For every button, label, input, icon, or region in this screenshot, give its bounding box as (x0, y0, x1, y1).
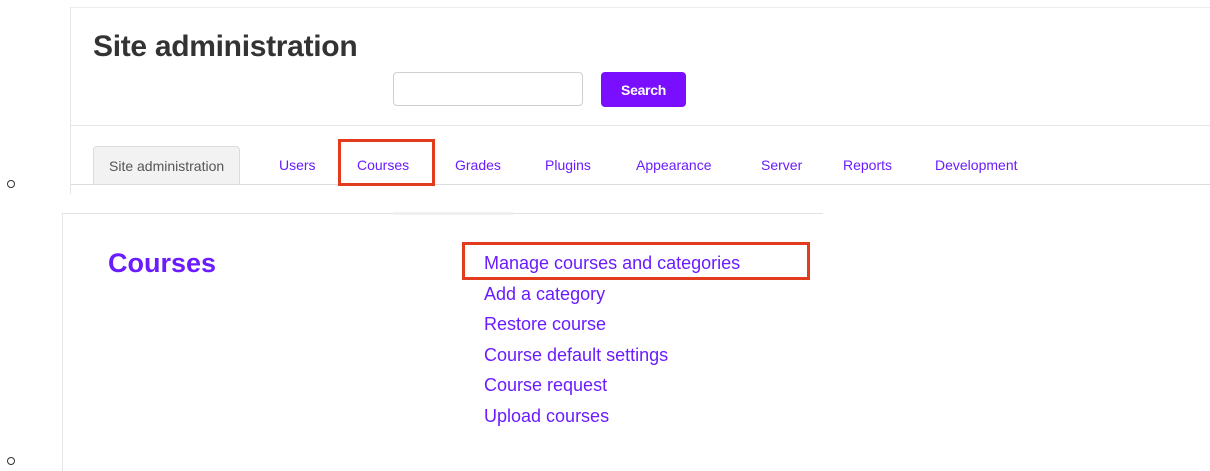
divider (71, 125, 1210, 126)
tab-development[interactable]: Development (935, 146, 1018, 184)
link-restore-course[interactable]: Restore course (484, 309, 740, 340)
list-bullet (7, 457, 15, 465)
tabs-divider (71, 184, 1210, 185)
tab-site-administration[interactable]: Site administration (93, 146, 241, 185)
tab-appearance[interactable]: Appearance (636, 146, 712, 184)
link-upload-courses[interactable]: Upload courses (484, 401, 740, 432)
tab-server[interactable]: Server (761, 146, 802, 184)
site-administration-panel: Site administration Search Site administ… (70, 7, 1210, 194)
courses-tab-highlight (338, 139, 435, 186)
search-input[interactable] (393, 72, 583, 106)
courses-panel: Courses Manage courses and categories Ad… (62, 212, 823, 471)
courses-heading: Courses (108, 248, 217, 278)
divider (393, 212, 513, 215)
link-add-a-category[interactable]: Add a category (484, 279, 740, 310)
list-bullet (7, 180, 15, 188)
manage-courses-highlight (462, 242, 810, 280)
link-course-request[interactable]: Course request (484, 370, 740, 401)
tab-plugins[interactable]: Plugins (545, 146, 591, 184)
link-course-default-settings[interactable]: Course default settings (484, 340, 740, 371)
page-title: Site administration (93, 30, 358, 63)
tab-grades[interactable]: Grades (455, 146, 501, 184)
search-button[interactable]: Search (601, 72, 686, 107)
tab-reports[interactable]: Reports (843, 146, 892, 184)
tab-users[interactable]: Users (279, 146, 316, 184)
